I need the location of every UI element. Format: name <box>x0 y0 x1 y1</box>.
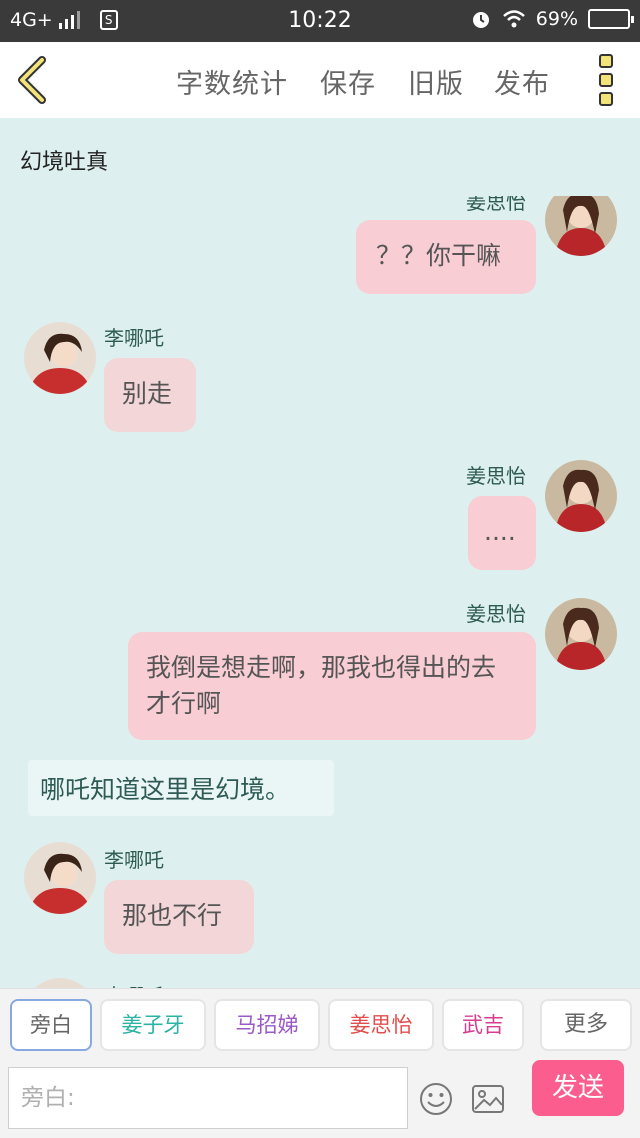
speaker-name: 李哪吒 <box>104 980 164 988</box>
avatar[interactable] <box>545 460 617 532</box>
speaker-name: 姜思怡 <box>466 190 526 214</box>
message-bubble[interactable]: 别走 <box>104 358 196 432</box>
battery-percent: 69% <box>535 8 578 30</box>
input-panel: 旁白 姜子牙 马招娣 姜思怡 武吉 更多 发送 <box>0 988 640 1138</box>
role-chip[interactable]: 马招娣 <box>214 999 320 1051</box>
speaker-name: 李哪吒 <box>104 848 164 872</box>
avatar[interactable] <box>545 598 617 670</box>
chapter-title: 幻境吐真 <box>20 150 109 175</box>
narration-text[interactable]: 哪吒知道这里是幻境。 <box>28 760 334 816</box>
speaker-name: 姜思怡 <box>466 464 526 488</box>
avatar[interactable] <box>24 978 96 988</box>
role-chip[interactable]: 姜思怡 <box>328 999 434 1051</box>
image-icon <box>472 1085 504 1113</box>
editor-toolbar: 字数统计 保存 旧版 发布 <box>0 42 640 118</box>
battery-icon <box>588 9 634 29</box>
wifi-icon <box>502 10 525 28</box>
role-chip-narrator[interactable]: 旁白 <box>10 999 92 1051</box>
role-chip[interactable]: 武吉 <box>442 999 524 1051</box>
message-bubble[interactable]: 我倒是想走啊，那我也得出的去才行啊 <box>128 632 536 740</box>
message-bubble[interactable]: ？？你干嘛 <box>356 220 536 294</box>
save-button[interactable]: 保存 <box>320 62 376 101</box>
speaker-name: 姜思怡 <box>466 602 526 626</box>
send-button[interactable]: 发送 <box>532 1060 624 1116</box>
menu-icon <box>596 54 616 106</box>
old-version-button[interactable]: 旧版 <box>408 62 464 101</box>
speaker-name: 李哪吒 <box>104 326 164 350</box>
status-bar: 4G+ S 10:22 69% <box>0 0 640 42</box>
back-button[interactable] <box>14 54 54 106</box>
word-count-button[interactable]: 字数统计 <box>176 62 288 101</box>
avatar[interactable] <box>24 322 96 394</box>
message-bubble[interactable]: .... <box>468 496 536 570</box>
emoji-icon <box>420 1083 452 1115</box>
message-bubble[interactable]: 那也不行 <box>104 880 254 954</box>
role-chip[interactable]: 姜子牙 <box>100 999 206 1051</box>
menu-button[interactable] <box>596 54 616 106</box>
emoji-button[interactable] <box>418 1081 454 1117</box>
back-arrow-icon <box>18 56 46 104</box>
image-button[interactable] <box>470 1081 506 1117</box>
more-roles-button[interactable]: 更多 <box>540 999 632 1051</box>
chat-area[interactable]: 幻境吐真 姜思怡 ？？你干嘛 李哪吒 别走 姜思怡 .... 姜思怡 我倒是想走… <box>0 118 640 988</box>
message-input[interactable] <box>8 1067 408 1129</box>
avatar[interactable] <box>24 842 96 914</box>
alarm-icon <box>472 12 489 28</box>
avatar[interactable] <box>545 196 617 256</box>
publish-button[interactable]: 发布 <box>494 62 550 101</box>
